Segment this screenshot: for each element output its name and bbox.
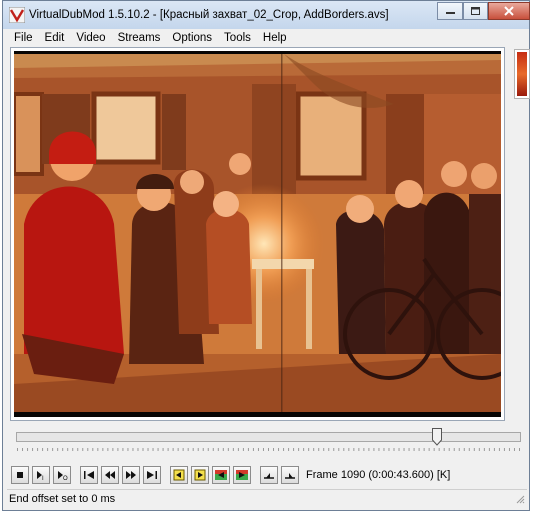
timeline-slider-handle[interactable] <box>431 428 442 446</box>
maximize-icon <box>471 7 480 15</box>
scene-back-icon <box>215 470 227 480</box>
play-output-icon: O <box>58 471 68 480</box>
stop-button[interactable] <box>11 466 29 484</box>
go-to-start-button[interactable] <box>80 466 98 484</box>
video-pane[interactable] <box>10 47 505 421</box>
stop-icon <box>17 472 23 478</box>
timeline-track[interactable] <box>16 432 521 442</box>
timeline-ticks <box>17 448 520 451</box>
minimize-button[interactable] <box>437 2 463 20</box>
menu-streams[interactable]: Streams <box>112 32 167 44</box>
video-frame-image <box>14 54 501 412</box>
scene-forward-button[interactable] <box>233 466 251 484</box>
mark-out-button[interactable] <box>281 466 299 484</box>
title-bar[interactable]: VirtualDubMod 1.5.10.2 - [Красный захват… <box>3 1 530 29</box>
step-back-icon <box>105 471 115 479</box>
minimize-icon <box>445 11 455 14</box>
menu-file[interactable]: File <box>8 32 39 44</box>
svg-text:I: I <box>42 476 44 480</box>
play-input-icon: I <box>37 471 44 480</box>
menu-tools[interactable]: Tools <box>218 32 257 44</box>
close-icon <box>504 6 514 16</box>
app-window: VirtualDubMod 1.5.10.2 - [Красный захват… <box>2 0 530 511</box>
status-bar: End offset set to 0 ms <box>7 489 527 508</box>
thumbnail-image <box>517 52 527 96</box>
mark-out-icon <box>285 473 295 479</box>
prev-keyframe-button[interactable] <box>170 466 188 484</box>
menu-options[interactable]: Options <box>166 32 218 44</box>
play-output-button[interactable]: O <box>53 466 71 484</box>
menu-bar: File Edit Video Streams Options Tools He… <box>8 29 526 47</box>
menu-video[interactable]: Video <box>70 32 111 44</box>
app-logo-icon <box>9 7 25 23</box>
scene-forward-icon <box>236 470 248 480</box>
video-canvas <box>14 51 501 417</box>
go-to-end-icon <box>147 471 157 479</box>
play-input-button[interactable]: I <box>32 466 50 484</box>
step-forward-icon <box>126 471 136 479</box>
next-keyframe-button[interactable] <box>191 466 209 484</box>
svg-text:O: O <box>63 476 68 480</box>
key-back-icon <box>173 469 185 481</box>
video-thumbnail[interactable] <box>514 49 530 99</box>
go-to-end-button[interactable] <box>143 466 161 484</box>
key-forward-icon <box>194 469 206 481</box>
frame-position-label: Frame 1090 (0:00:43.600) [K] <box>306 469 451 481</box>
close-button[interactable] <box>488 2 530 20</box>
step-back-button[interactable] <box>101 466 119 484</box>
mark-in-button[interactable] <box>260 466 278 484</box>
scene-back-button[interactable] <box>212 466 230 484</box>
resize-grip-icon[interactable] <box>515 494 525 504</box>
menu-edit[interactable]: Edit <box>39 32 71 44</box>
status-text: End offset set to 0 ms <box>9 493 116 505</box>
window-title: VirtualDubMod 1.5.10.2 - [Красный захват… <box>29 9 389 21</box>
menu-help[interactable]: Help <box>257 32 293 44</box>
maximize-button[interactable] <box>463 2 488 20</box>
playback-toolbar: I O Frame 1090 (0:00:43.600) [K] <box>11 463 526 487</box>
go-to-start-icon <box>84 471 94 479</box>
step-forward-button[interactable] <box>122 466 140 484</box>
mark-in-icon <box>264 473 274 479</box>
